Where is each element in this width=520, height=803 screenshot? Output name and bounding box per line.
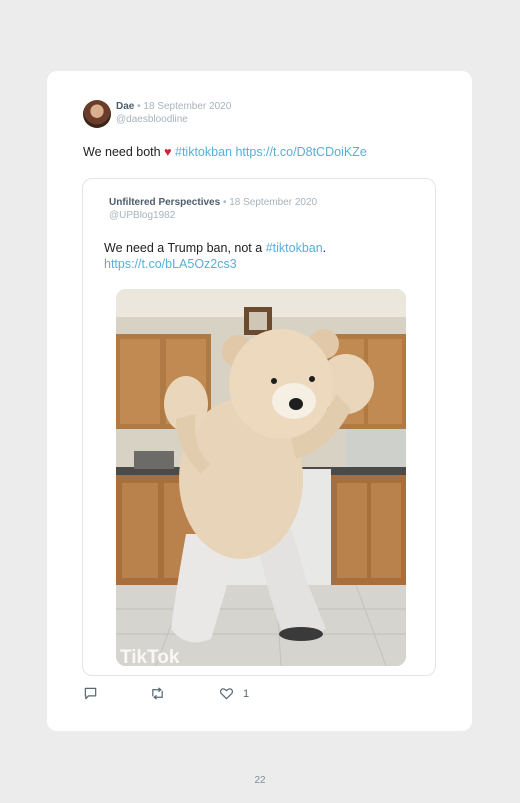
reply-button[interactable]	[83, 686, 98, 701]
quote-author-handle[interactable]: @UPBlog1982	[109, 209, 317, 222]
tiktok-watermark: TikTok	[120, 647, 180, 666]
quote-author-name[interactable]: Unfiltered Perspectives	[109, 197, 220, 208]
separator: •	[220, 197, 230, 208]
like-button[interactable]: 1	[219, 686, 249, 701]
retweet-button[interactable]	[150, 686, 165, 701]
tweet-header: Dae • 18 September 2020 @daesbloodline	[116, 100, 231, 126]
dancing-bear-image: TikTok	[116, 289, 406, 666]
quote-date[interactable]: 18 September 2020	[229, 197, 317, 208]
quoted-tweet[interactable]: Unfiltered Perspectives • 18 September 2…	[82, 178, 436, 676]
quote-text-end: .	[322, 241, 327, 255]
retweet-icon	[152, 687, 163, 700]
tweet-text-body: We need both	[83, 145, 165, 159]
heart-emoji-icon: ♥	[164, 145, 172, 159]
author-handle[interactable]: @daesbloodline	[116, 113, 231, 126]
quote-hashtag-link[interactable]: #tiktokban	[266, 241, 323, 255]
like-count: 1	[243, 687, 250, 700]
quote-url-link[interactable]: https://t.co/bLA5Oz2cs3	[104, 257, 237, 271]
avatar[interactable]	[83, 100, 111, 128]
tweet-actions: 1	[83, 686, 283, 702]
hashtag-link[interactable]: #tiktokban	[175, 145, 232, 159]
author-name[interactable]: Dae	[116, 101, 134, 112]
like-icon	[219, 688, 234, 700]
tweet-card: Dae • 18 September 2020 @daesbloodline W…	[47, 71, 472, 731]
page-number: 22	[254, 775, 266, 786]
url-link[interactable]: https://t.co/D8tCDoiKZe	[235, 145, 366, 159]
media-image[interactable]: TikTok	[116, 289, 406, 666]
reply-icon	[84, 687, 97, 700]
tweet-text: We need both ♥ #tiktokban https://t.co/D…	[83, 145, 367, 159]
tweet-date[interactable]: 18 September 2020	[143, 101, 231, 112]
quote-text-body: We need a Trump ban, not a	[104, 241, 266, 255]
quote-header: Unfiltered Perspectives • 18 September 2…	[109, 196, 317, 222]
quote-text: We need a Trump ban, not a #tiktokban. h…	[104, 240, 326, 272]
